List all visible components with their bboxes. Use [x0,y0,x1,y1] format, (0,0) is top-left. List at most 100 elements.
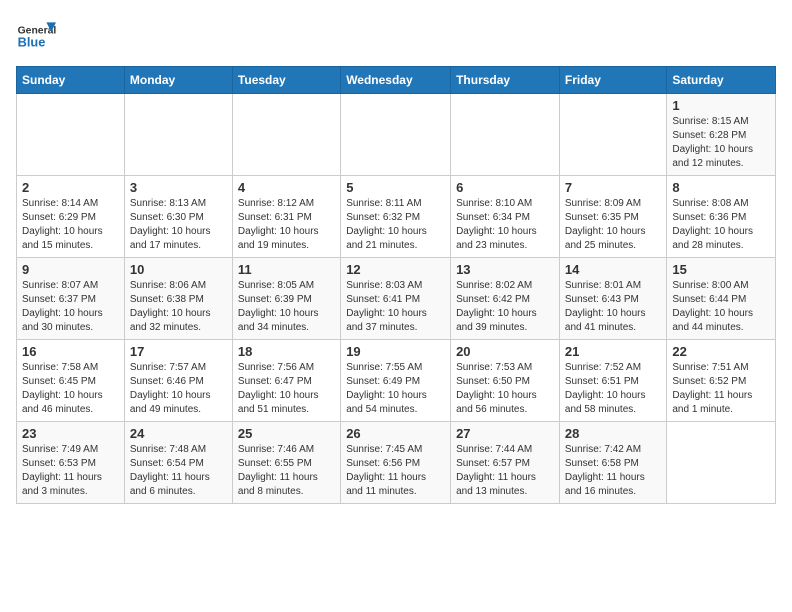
day-number: 20 [456,344,554,359]
day-info: Sunrise: 8:05 AM Sunset: 6:39 PM Dayligh… [238,279,335,335]
day-number: 24 [130,426,227,441]
calendar-week-row: 1 Sunrise: 8:15 AM Sunset: 6:28 PM Daylig… [17,94,776,176]
day-info: Sunrise: 8:03 AM Sunset: 6:41 PM Dayligh… [346,279,445,335]
day-info: Sunrise: 8:06 AM Sunset: 6:38 PM Dayligh… [130,279,227,335]
calendar-cell [17,94,125,176]
calendar-cell: 14 Sunrise: 8:01 AM Sunset: 6:43 PM Dayli… [559,258,666,340]
calendar-cell [341,94,451,176]
day-of-week-header: Saturday [667,67,776,94]
day-number: 21 [565,344,661,359]
day-of-week-header: Thursday [451,67,560,94]
day-info: Sunrise: 7:42 AM Sunset: 6:58 PM Dayligh… [565,443,661,499]
calendar-cell: 28 Sunrise: 7:42 AM Sunset: 6:58 PM Dayli… [559,422,666,504]
calendar-cell: 21 Sunrise: 7:52 AM Sunset: 6:51 PM Dayli… [559,340,666,422]
day-info: Sunrise: 8:07 AM Sunset: 6:37 PM Dayligh… [22,279,119,335]
calendar-cell: 6 Sunrise: 8:10 AM Sunset: 6:34 PM Daylig… [451,176,560,258]
calendar-cell: 18 Sunrise: 7:56 AM Sunset: 6:47 PM Dayli… [232,340,340,422]
page-header: General Blue [16,16,776,56]
calendar-cell: 11 Sunrise: 8:05 AM Sunset: 6:39 PM Dayli… [232,258,340,340]
calendar-cell: 9 Sunrise: 8:07 AM Sunset: 6:37 PM Daylig… [17,258,125,340]
calendar-cell: 23Sunrise: 7:49 AM Sunset: 6:53 PM Dayli… [17,422,125,504]
day-of-week-header: Friday [559,67,666,94]
day-info: Sunrise: 8:12 AM Sunset: 6:31 PM Dayligh… [238,197,335,253]
day-of-week-header: Tuesday [232,67,340,94]
day-number: 19 [346,344,445,359]
calendar-week-row: 16 Sunrise: 7:58 AM Sunset: 6:45 PM Dayli… [17,340,776,422]
day-number: 3 [130,180,227,195]
day-number: 16 [22,344,119,359]
calendar-cell: 27 Sunrise: 7:44 AM Sunset: 6:57 PM Dayli… [451,422,560,504]
day-number: 8 [672,180,770,195]
day-info: Sunrise: 7:45 AM Sunset: 6:56 PM Dayligh… [346,443,445,499]
calendar-cell: 12 Sunrise: 8:03 AM Sunset: 6:41 PM Dayli… [341,258,451,340]
day-info: Sunrise: 7:51 AM Sunset: 6:52 PM Dayligh… [672,361,770,417]
calendar-cell [667,422,776,504]
day-info: Sunrise: 8:09 AM Sunset: 6:35 PM Dayligh… [565,197,661,253]
calendar-cell: 7 Sunrise: 8:09 AM Sunset: 6:35 PM Daylig… [559,176,666,258]
day-info: Sunrise: 7:46 AM Sunset: 6:55 PM Dayligh… [238,443,335,499]
calendar-cell: 10 Sunrise: 8:06 AM Sunset: 6:38 PM Dayli… [124,258,232,340]
calendar-cell: 3 Sunrise: 8:13 AM Sunset: 6:30 PM Daylig… [124,176,232,258]
day-number: 6 [456,180,554,195]
day-info: Sunrise: 7:55 AM Sunset: 6:49 PM Dayligh… [346,361,445,417]
calendar-cell: 20Sunrise: 7:53 AM Sunset: 6:50 PM Dayli… [451,340,560,422]
day-of-week-header: Wednesday [341,67,451,94]
day-info: Sunrise: 7:58 AM Sunset: 6:45 PM Dayligh… [22,361,119,417]
logo: General Blue [16,16,62,56]
day-number: 11 [238,262,335,277]
day-number: 13 [456,262,554,277]
day-info: Sunrise: 7:44 AM Sunset: 6:57 PM Dayligh… [456,443,554,499]
calendar-cell: 19 Sunrise: 7:55 AM Sunset: 6:49 PM Dayli… [341,340,451,422]
day-number: 7 [565,180,661,195]
day-number: 4 [238,180,335,195]
day-info: Sunrise: 7:57 AM Sunset: 6:46 PM Dayligh… [130,361,227,417]
day-number: 28 [565,426,661,441]
calendar-cell [124,94,232,176]
calendar-cell: 24 Sunrise: 7:48 AM Sunset: 6:54 PM Dayli… [124,422,232,504]
day-info: Sunrise: 8:14 AM Sunset: 6:29 PM Dayligh… [22,197,119,253]
calendar-table: SundayMondayTuesdayWednesdayThursdayFrid… [16,66,776,504]
day-number: 1 [672,98,770,113]
calendar-cell [232,94,340,176]
day-number: 12 [346,262,445,277]
day-info: Sunrise: 8:15 AM Sunset: 6:28 PM Dayligh… [672,115,770,171]
calendar-cell: 16 Sunrise: 7:58 AM Sunset: 6:45 PM Dayli… [17,340,125,422]
day-number: 2 [22,180,119,195]
calendar-cell: 26 Sunrise: 7:45 AM Sunset: 6:56 PM Dayli… [341,422,451,504]
day-number: 15 [672,262,770,277]
day-info: Sunrise: 8:00 AM Sunset: 6:44 PM Dayligh… [672,279,770,335]
calendar-cell: 5 Sunrise: 8:11 AM Sunset: 6:32 PM Daylig… [341,176,451,258]
day-header-row: SundayMondayTuesdayWednesdayThursdayFrid… [17,67,776,94]
day-number: 17 [130,344,227,359]
day-info: Sunrise: 8:10 AM Sunset: 6:34 PM Dayligh… [456,197,554,253]
day-info: Sunrise: 7:52 AM Sunset: 6:51 PM Dayligh… [565,361,661,417]
day-number: 5 [346,180,445,195]
calendar-cell: 22Sunrise: 7:51 AM Sunset: 6:52 PM Dayli… [667,340,776,422]
day-info: Sunrise: 8:08 AM Sunset: 6:36 PM Dayligh… [672,197,770,253]
calendar-cell: 15 Sunrise: 8:00 AM Sunset: 6:44 PM Dayli… [667,258,776,340]
calendar-week-row: 2 Sunrise: 8:14 AM Sunset: 6:29 PM Daylig… [17,176,776,258]
day-info: Sunrise: 8:01 AM Sunset: 6:43 PM Dayligh… [565,279,661,335]
day-info: Sunrise: 8:02 AM Sunset: 6:42 PM Dayligh… [456,279,554,335]
day-number: 26 [346,426,445,441]
day-number: 25 [238,426,335,441]
day-number: 27 [456,426,554,441]
calendar-cell: 4 Sunrise: 8:12 AM Sunset: 6:31 PM Daylig… [232,176,340,258]
day-of-week-header: Monday [124,67,232,94]
day-info: Sunrise: 8:13 AM Sunset: 6:30 PM Dayligh… [130,197,227,253]
day-number: 9 [22,262,119,277]
svg-text:Blue: Blue [18,34,46,49]
calendar-cell: 8 Sunrise: 8:08 AM Sunset: 6:36 PM Daylig… [667,176,776,258]
day-info: Sunrise: 7:48 AM Sunset: 6:54 PM Dayligh… [130,443,227,499]
calendar-week-row: 23Sunrise: 7:49 AM Sunset: 6:53 PM Dayli… [17,422,776,504]
calendar-cell: 13 Sunrise: 8:02 AM Sunset: 6:42 PM Dayli… [451,258,560,340]
calendar-cell: 1 Sunrise: 8:15 AM Sunset: 6:28 PM Daylig… [667,94,776,176]
calendar-cell [451,94,560,176]
day-number: 23 [22,426,119,441]
day-number: 14 [565,262,661,277]
day-number: 10 [130,262,227,277]
day-number: 18 [238,344,335,359]
calendar-week-row: 9 Sunrise: 8:07 AM Sunset: 6:37 PM Daylig… [17,258,776,340]
day-info: Sunrise: 7:56 AM Sunset: 6:47 PM Dayligh… [238,361,335,417]
day-info: Sunrise: 8:11 AM Sunset: 6:32 PM Dayligh… [346,197,445,253]
